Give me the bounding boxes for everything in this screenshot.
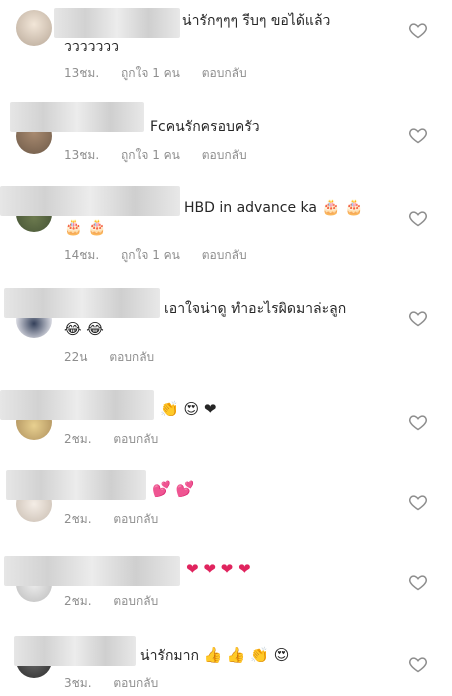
like-count[interactable]: ถูกใจ 1 คน [121, 148, 180, 162]
comment-time: 13ชม. [64, 148, 100, 162]
comment-time: 14ชม. [64, 248, 100, 262]
reply-button[interactable]: ตอบกลับ [109, 350, 154, 364]
comment-text-body: HBD in advance ka [184, 200, 317, 216]
heart-outline-icon[interactable] [408, 20, 428, 40]
username-blurred[interactable] [6, 470, 146, 500]
username-blurred[interactable] [10, 102, 144, 132]
comment-time: 2ชม. [64, 594, 92, 608]
username-blurred[interactable] [4, 288, 160, 318]
username-blurred[interactable] [0, 390, 154, 420]
comment-text: 👏 😍 ❤ [160, 400, 217, 418]
reply-button[interactable]: ตอบกลับ [113, 594, 158, 608]
reply-button[interactable]: ตอบกลับ [202, 148, 247, 162]
comment-text: Fcคนรักครอบครัว [150, 119, 260, 135]
heart-outline-icon[interactable] [408, 492, 428, 512]
avatar[interactable] [16, 10, 52, 46]
username-blurred[interactable] [54, 8, 180, 38]
username-blurred[interactable] [4, 556, 180, 586]
heart-outline-icon[interactable] [408, 125, 428, 145]
reaction-emoji: 👍 👍 👏 😍 [203, 646, 290, 664]
comment-meta: 13ชม. ถูกใจ 1 คน ตอบกลับ [64, 146, 265, 165]
reply-button[interactable]: ตอบกลับ [202, 248, 247, 262]
comment-text: น่ารักๆๆๆ รีบๆ ขอได้แล้ว [182, 13, 331, 29]
heart-outline-icon[interactable] [408, 412, 428, 432]
like-count[interactable]: ถูกใจ 1 คน [121, 248, 180, 262]
comment-time: 13ชม. [64, 66, 100, 80]
reply-button[interactable]: ตอบกลับ [202, 66, 247, 80]
heart-outline-icon[interactable] [408, 208, 428, 228]
heart-outline-icon[interactable] [408, 308, 428, 328]
comment-meta: 14ชม. ถูกใจ 1 คน ตอบกลับ [64, 246, 265, 265]
comment-text: ❤ ❤ ❤ ❤ [186, 560, 251, 578]
cake-emoji: 🎂 🎂 [321, 198, 364, 216]
username-blurred[interactable] [0, 186, 180, 216]
comment-meta: 2ชม. ตอบกลับ [64, 510, 176, 529]
comment-meta: 22น ตอบกลับ [64, 348, 172, 367]
comment-text-continued: ววววววว [64, 39, 120, 55]
comment-text-continued: 🎂 🎂 [64, 218, 107, 236]
comment-meta: 2ชม. ตอบกลับ [64, 430, 176, 449]
comment-text: 💕 💕 [152, 480, 195, 498]
comment-meta: 13ชม. ถูกใจ 1 คน ตอบกลับ [64, 64, 265, 83]
comment-time: 2ชม. [64, 512, 92, 526]
comment-text-continued: 😂 😂 [64, 320, 104, 338]
reply-button[interactable]: ตอบกลับ [113, 432, 158, 446]
comment-time: 22น [64, 350, 88, 364]
comment-text-body: น่ารักมาก [140, 648, 199, 664]
reply-button[interactable]: ตอบกลับ [113, 676, 158, 690]
heart-outline-icon[interactable] [408, 654, 428, 674]
reply-button[interactable]: ตอบกลับ [113, 512, 158, 526]
like-count[interactable]: ถูกใจ 1 คน [121, 66, 180, 80]
comment-meta: 2ชม. ตอบกลับ [64, 592, 176, 611]
username-blurred[interactable] [14, 636, 136, 666]
comment-meta: 3ชม. ตอบกลับ [64, 674, 176, 693]
comment-text: น่ารักมาก 👍 👍 👏 😍 [140, 644, 289, 667]
comment-time: 2ชม. [64, 432, 92, 446]
comment-time: 3ชม. [64, 676, 92, 690]
heart-outline-icon[interactable] [408, 572, 428, 592]
comment-text: HBD in advance ka 🎂 🎂 [184, 196, 364, 219]
comment-text: เอาใจน่าดู ทำอะไรผิดมาล่ะลูก [164, 301, 347, 317]
